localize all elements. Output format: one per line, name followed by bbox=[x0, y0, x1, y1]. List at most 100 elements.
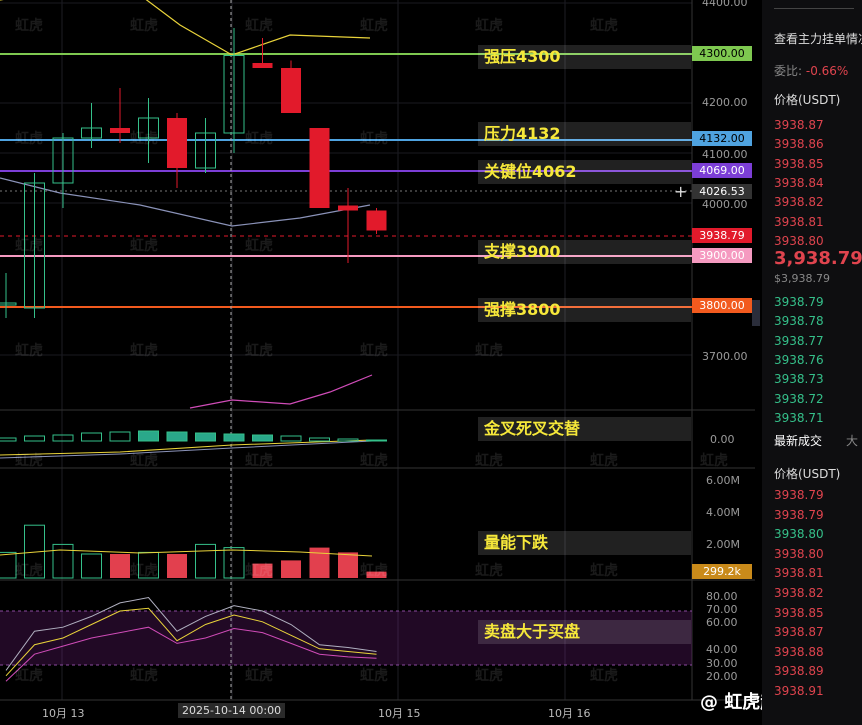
level-label-resist: 压力4132 bbox=[478, 122, 691, 146]
x-axis-crosshair-label: 2025-10-14 00:00 bbox=[178, 703, 286, 718]
level-label-support: 支撑3900 bbox=[478, 240, 691, 264]
macd-histogram-bar bbox=[166, 431, 188, 442]
watermark-text: 虹虎 bbox=[245, 343, 273, 359]
watermark-text: 虹虎 bbox=[245, 238, 273, 254]
macd-histogram-bar bbox=[109, 431, 131, 442]
tab-latest-trades[interactable]: 最新成交 bbox=[774, 432, 822, 449]
level-price-box: 3900.00 bbox=[692, 248, 752, 263]
level-label-strong-support: 强撑3800 bbox=[478, 298, 691, 322]
volume-bar bbox=[223, 547, 245, 579]
volume-bar bbox=[281, 560, 301, 578]
rsi-tick: 20.00 bbox=[706, 670, 738, 683]
ratio-label: 委比: -0.66% bbox=[774, 64, 849, 78]
rsi-tick: 60.00 bbox=[706, 616, 738, 629]
macd-histogram-bar bbox=[223, 433, 245, 442]
macd-line bbox=[0, 440, 373, 459]
ask-price-row[interactable]: 3938.86 bbox=[774, 137, 824, 151]
macd-signal-line bbox=[0, 439, 373, 456]
level-price-box: 4300.00 bbox=[692, 46, 752, 61]
bid-price-row[interactable]: 3938.78 bbox=[774, 314, 824, 328]
trade-price-row: 3938.79 bbox=[774, 507, 824, 522]
watermark-text: 虹虎 bbox=[590, 563, 618, 579]
macd-histogram-bar bbox=[138, 430, 159, 442]
last-price-usd: $3,938.79 bbox=[774, 272, 830, 285]
watermark-text: 虹虎 bbox=[130, 563, 158, 579]
bid-price-row[interactable]: 3938.73 bbox=[774, 372, 824, 386]
macd-histogram-bar bbox=[0, 437, 17, 442]
price-tick: 3700.00 bbox=[702, 350, 748, 363]
watermark-text: 虹虎 bbox=[700, 453, 728, 469]
trade-price-row: 3938.89 bbox=[774, 664, 824, 679]
order-book-panel: 查看主力挂单情况 委比: -0.66% 价格(USDT) 3938.87 3938… bbox=[762, 0, 862, 725]
ask-price-row[interactable]: 3938.87 bbox=[774, 118, 824, 132]
rsi-tick: 30.00 bbox=[706, 657, 738, 670]
ask-price-row[interactable]: 3938.85 bbox=[774, 157, 824, 171]
macd-histogram-bar bbox=[24, 435, 45, 442]
ask-price-row[interactable]: 3938.81 bbox=[774, 215, 824, 229]
watermark-text: 虹虎 bbox=[130, 18, 158, 34]
watermark-text: 虹虎 bbox=[475, 453, 503, 469]
watermark-text: 虹虎 bbox=[15, 238, 43, 254]
volume-tick: 4.00M bbox=[706, 506, 740, 519]
bid-price-row[interactable]: 3938.77 bbox=[774, 334, 824, 348]
level-price-box: 4069.00 bbox=[692, 163, 752, 178]
tab-big-trades[interactable]: 大 bbox=[846, 432, 858, 449]
trade-price-row: 3938.80 bbox=[774, 546, 824, 561]
crosshair-price-box: 4026.53 bbox=[692, 184, 752, 199]
macd-histogram-bar bbox=[252, 434, 273, 442]
last-price: 3,938.79 bbox=[774, 248, 862, 269]
ask-price-row[interactable]: 3938.82 bbox=[774, 195, 824, 209]
watermark-text: 虹虎 bbox=[15, 131, 43, 147]
crosshair-plus-icon[interactable]: + bbox=[674, 182, 687, 201]
watermark-text: 虹虎 bbox=[475, 563, 503, 579]
ask-price-row[interactable]: 3938.80 bbox=[774, 234, 824, 248]
watermark-text: 虹虎 bbox=[15, 343, 43, 359]
ma-pink-line bbox=[189, 374, 373, 409]
macd-histogram-bar bbox=[195, 432, 216, 442]
watermark-text: 虹虎 bbox=[245, 668, 273, 684]
order-book-title[interactable]: 查看主力挂单情况 bbox=[774, 30, 862, 47]
ask-price-row[interactable]: 3938.84 bbox=[774, 176, 824, 190]
bid-price-row[interactable]: 3938.71 bbox=[774, 411, 824, 425]
macd-panel-label: 金叉死叉交替 bbox=[478, 417, 691, 441]
watermark-text: 虹虎 bbox=[590, 668, 618, 684]
candle-body bbox=[366, 210, 387, 231]
trade-price-row: 3938.91 bbox=[774, 684, 824, 698]
ma-yellow-line bbox=[0, 0, 371, 56]
volume-bar bbox=[110, 554, 130, 578]
trade-price-row: 3938.88 bbox=[774, 644, 824, 659]
rsi-tick: 70.00 bbox=[706, 603, 738, 616]
rsi-tick: 80.00 bbox=[706, 590, 738, 603]
price-tick: 4400.00 bbox=[702, 0, 748, 9]
bid-price-row[interactable]: 3938.72 bbox=[774, 392, 824, 406]
volume-tick: 6.00M bbox=[706, 474, 740, 487]
watermark-text: 虹虎 bbox=[590, 18, 618, 34]
macd-histogram-bar bbox=[309, 437, 330, 442]
volume-bar bbox=[52, 543, 74, 579]
price-tick: 4100.00 bbox=[702, 148, 748, 161]
watermark-text: 虹虎 bbox=[360, 18, 388, 34]
volume-bar bbox=[0, 551, 17, 579]
level-label-key: 关键位4062 bbox=[478, 160, 691, 184]
bid-price-row[interactable]: 3938.76 bbox=[774, 353, 824, 367]
volume-bar bbox=[167, 554, 187, 578]
macd-histogram-bar bbox=[280, 435, 302, 442]
collapse-handle[interactable] bbox=[752, 300, 760, 326]
trade-price-row: 3938.87 bbox=[774, 625, 824, 640]
macd-histogram-bar bbox=[52, 434, 74, 442]
watermark-text: 虹虎 bbox=[130, 453, 158, 469]
watermark-text: 虹虎 bbox=[360, 668, 388, 684]
bid-price-row[interactable]: 3938.79 bbox=[774, 295, 824, 309]
level-label-strong-resist: 强压4300 bbox=[478, 45, 691, 69]
trade-price-row: 3938.80 bbox=[774, 527, 824, 542]
panel-icons[interactable] bbox=[774, 0, 854, 9]
watermark-text: 虹虎 bbox=[130, 238, 158, 254]
watermark-text: 虹虎 bbox=[15, 18, 43, 34]
watermark-text: 虹虎 bbox=[590, 453, 618, 469]
price-chart[interactable] bbox=[0, 0, 760, 725]
watermark-text: 虹虎 bbox=[130, 668, 158, 684]
volume-tick: 2.00M bbox=[706, 538, 740, 551]
x-axis-label: 10月 15 bbox=[378, 707, 421, 720]
watermark-text: 虹虎 bbox=[245, 131, 273, 147]
watermark-text: 虹虎 bbox=[130, 343, 158, 359]
